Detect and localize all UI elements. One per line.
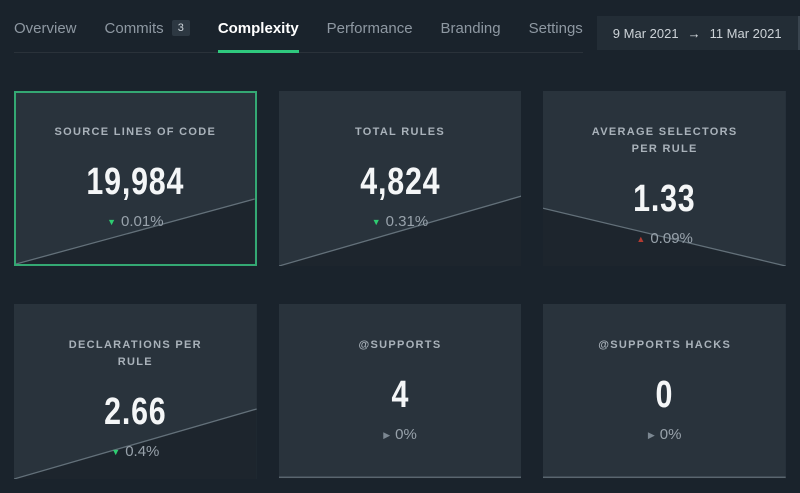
trend-flat-icon: ▶: [383, 430, 390, 440]
card-declarations-per-rule[interactable]: DECLARATIONS PER RULE 2.66 ▼ 0.4%: [14, 304, 257, 479]
card-supports[interactable]: @SUPPORTS 4 ▶ 0%: [279, 304, 522, 479]
card-delta: ▲ 0.09%: [543, 230, 786, 247]
date-range-picker[interactable]: 9 Mar 2021 → 11 Mar 2021 1W: [597, 16, 800, 50]
card-value: 1.33: [568, 178, 762, 221]
card-total-rules[interactable]: TOTAL RULES 4,824 ▼ 0.31%: [279, 91, 522, 266]
delta-value: 0.09%: [650, 230, 693, 247]
card-supports-hacks[interactable]: @SUPPORTS HACKS 0 ▶ 0%: [543, 304, 786, 479]
card-title: TOTAL RULES: [315, 124, 485, 141]
card-value: 19,984: [40, 161, 231, 204]
trend-down-icon: ▼: [372, 217, 381, 227]
date-end: 11 Mar 2021: [710, 26, 782, 41]
tab-commits[interactable]: Commits 3: [105, 20, 190, 38]
card-value: 4: [303, 374, 497, 417]
arrow-right-icon: →: [688, 26, 701, 41]
delta-value: 0.01%: [121, 213, 164, 230]
delta-value: 0%: [660, 426, 682, 443]
trend-flat-icon: ▶: [648, 430, 655, 440]
tab-performance[interactable]: Performance: [327, 20, 413, 37]
trend-up-icon: ▲: [636, 234, 645, 244]
card-value: 0: [568, 374, 762, 417]
tab-bar: Overview Commits 3 Complexity Performance…: [14, 16, 583, 53]
card-delta: ▶ 0%: [543, 426, 786, 443]
trend-down-icon: ▼: [107, 217, 116, 227]
card-delta: ▼ 0.31%: [279, 213, 522, 230]
card-delta: ▼ 0.01%: [16, 213, 255, 230]
card-title: AVERAGE SELECTORS PER RULE: [580, 124, 750, 158]
card-average-selectors-per-rule[interactable]: AVERAGE SELECTORS PER RULE 1.33 ▲ 0.09%: [543, 91, 786, 266]
delta-value: 0.4%: [125, 443, 159, 460]
trend-down-icon: ▼: [111, 447, 120, 457]
tab-complexity[interactable]: Complexity: [218, 20, 299, 37]
date-start: 9 Mar 2021: [613, 26, 679, 41]
card-title: DECLARATIONS PER RULE: [50, 337, 220, 371]
card-value: 4,824: [303, 161, 497, 204]
card-title: @SUPPORTS: [315, 337, 485, 354]
card-value: 2.66: [38, 391, 232, 434]
tab-branding[interactable]: Branding: [441, 20, 501, 37]
commits-count-badge: 3: [172, 20, 190, 36]
delta-value: 0.31%: [386, 213, 429, 230]
tab-settings[interactable]: Settings: [529, 20, 583, 37]
metrics-grid: SOURCE LINES OF CODE 19,984 ▼ 0.01% TOTAL…: [0, 91, 800, 479]
tab-overview[interactable]: Overview: [14, 20, 77, 37]
card-source-lines-of-code[interactable]: SOURCE LINES OF CODE 19,984 ▼ 0.01%: [14, 91, 257, 266]
card-title: SOURCE LINES OF CODE: [50, 124, 220, 141]
delta-value: 0%: [395, 426, 417, 443]
header: Overview Commits 3 Complexity Performance…: [0, 0, 800, 53]
date-range[interactable]: 9 Mar 2021 → 11 Mar 2021: [597, 16, 798, 50]
card-title: @SUPPORTS HACKS: [580, 337, 750, 354]
card-delta: ▼ 0.4%: [14, 443, 257, 460]
card-delta: ▶ 0%: [279, 426, 522, 443]
tab-commits-label: Commits: [105, 20, 164, 37]
